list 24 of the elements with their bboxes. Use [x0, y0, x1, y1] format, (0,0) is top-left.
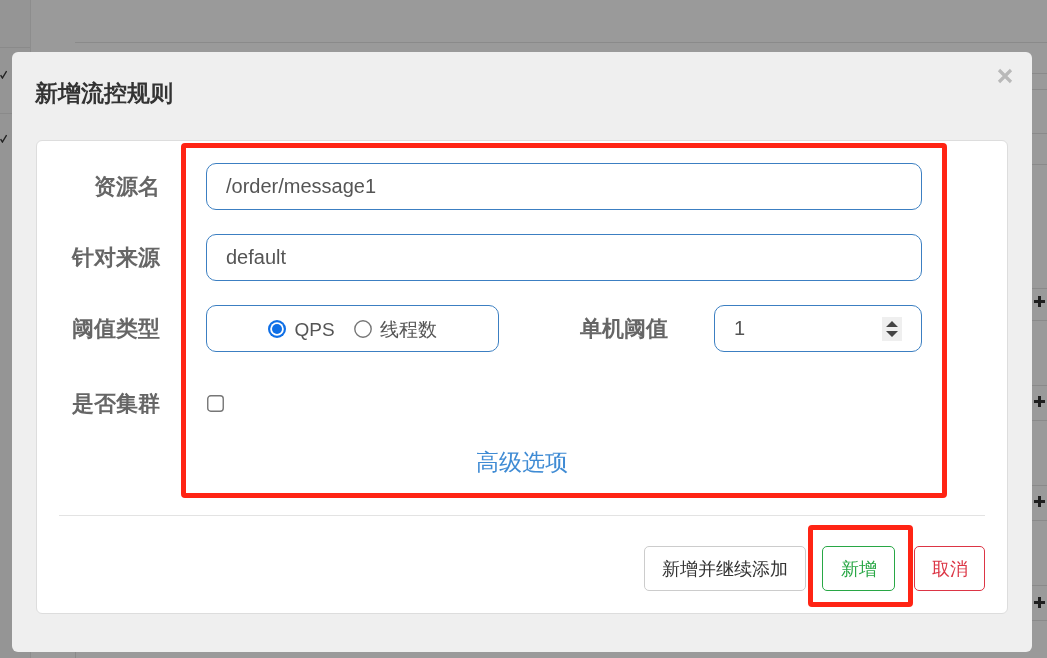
plus-icon[interactable] — [1034, 496, 1045, 507]
radio-icon[interactable] — [353, 319, 372, 338]
advanced-options-link[interactable]: 高级选项 — [476, 447, 568, 477]
add-continue-button[interactable]: 新增并继续添加 — [644, 546, 806, 591]
number-field[interactable]: 1 — [714, 305, 922, 352]
check-icon — [0, 134, 7, 143]
check-icon — [0, 70, 7, 79]
radio-label[interactable]: QPS — [294, 319, 335, 341]
field-label: 针对来源 — [70, 243, 160, 272]
dialog-title: 新增流控规则 — [35, 79, 173, 108]
plus-icon[interactable] — [1034, 396, 1045, 407]
radio-icon[interactable] — [268, 319, 287, 338]
plus-icon[interactable] — [1034, 296, 1045, 307]
field-label: 资源名 — [93, 172, 160, 201]
plus-icon[interactable] — [1034, 597, 1045, 608]
radio-label[interactable]: 线程数 — [379, 317, 437, 343]
field-label: 单机阈值 — [579, 314, 668, 343]
field-label: 是否集群 — [71, 389, 160, 418]
text-field[interactable]: default — [206, 234, 922, 281]
cancel-button[interactable]: 取消 — [914, 546, 985, 591]
checkbox[interactable] — [207, 395, 224, 412]
spinner-icon[interactable] — [882, 316, 902, 341]
field-label: 阈值类型 — [71, 314, 160, 343]
text-field[interactable]: /order/message1 — [206, 163, 922, 210]
